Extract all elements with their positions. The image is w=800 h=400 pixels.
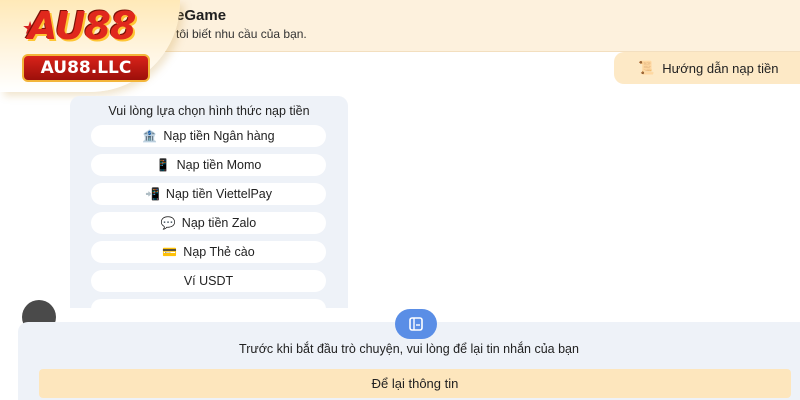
option-zalo[interactable]: 💬 Nạp tiền Zalo [91,212,326,234]
form-icon [395,309,437,339]
header-title: eGame [176,7,227,24]
header-subtitle: tôi biết nhu cầu của bạn. [176,27,307,41]
form-icon-glyph [409,317,423,331]
bank-icon: 🏦 [142,129,158,143]
option-label: Nạp tiền Zalo [181,216,257,230]
option-viettelpay[interactable]: 📲 Nạp tiền ViettelPay [91,183,326,205]
option-usdt-wallet[interactable]: Ví USDT [91,270,326,292]
deposit-options-panel: Vui lòng lựa chọn hình thức nạp tiền 🏦 N… [70,96,348,309]
leave-info-button[interactable]: Để lại thông tin [39,369,791,398]
logo-text: AU88 [28,4,136,48]
card-icon: 💳 [162,245,178,259]
scroll-icon: 📜 [638,60,655,75]
mobile-pay-icon: 📲 [144,187,160,201]
deposit-guide-label: Hướng dẫn nạp tiền [662,60,779,76]
option-label: Nạp Thẻ cào [183,245,255,259]
option-label: Nạp tiền Momo [176,158,262,172]
panel-title: Vui lòng lựa chọn hình thức nạp tiền [108,104,310,118]
option-bank[interactable]: 🏦 Nạp tiền Ngân hàng [91,125,326,147]
option-scratch-card[interactable]: 💳 Nạp Thẻ cào [91,241,326,263]
logo-badge: AU88.LLC [22,54,150,82]
option-label: Ví USDT [183,274,234,288]
option-label: Nạp tiền Ngân hàng [163,129,275,143]
pre-chat-prompt: Trước khi bắt đầu trò chuyện, vui lòng đ… [239,342,579,356]
option-partial[interactable] [91,299,326,309]
chat-icon: 💬 [160,216,176,230]
phone-icon: 📱 [155,158,171,172]
brand-logo: ★ AU88 AU88.LLC [0,0,180,92]
leave-info-label: Để lại thông tin [371,376,459,391]
option-momo[interactable]: 📱 Nạp tiền Momo [91,154,326,176]
option-label: Nạp tiền ViettelPay [165,187,273,201]
deposit-guide-button[interactable]: 📜 Hướng dẫn nạp tiền [614,52,800,84]
